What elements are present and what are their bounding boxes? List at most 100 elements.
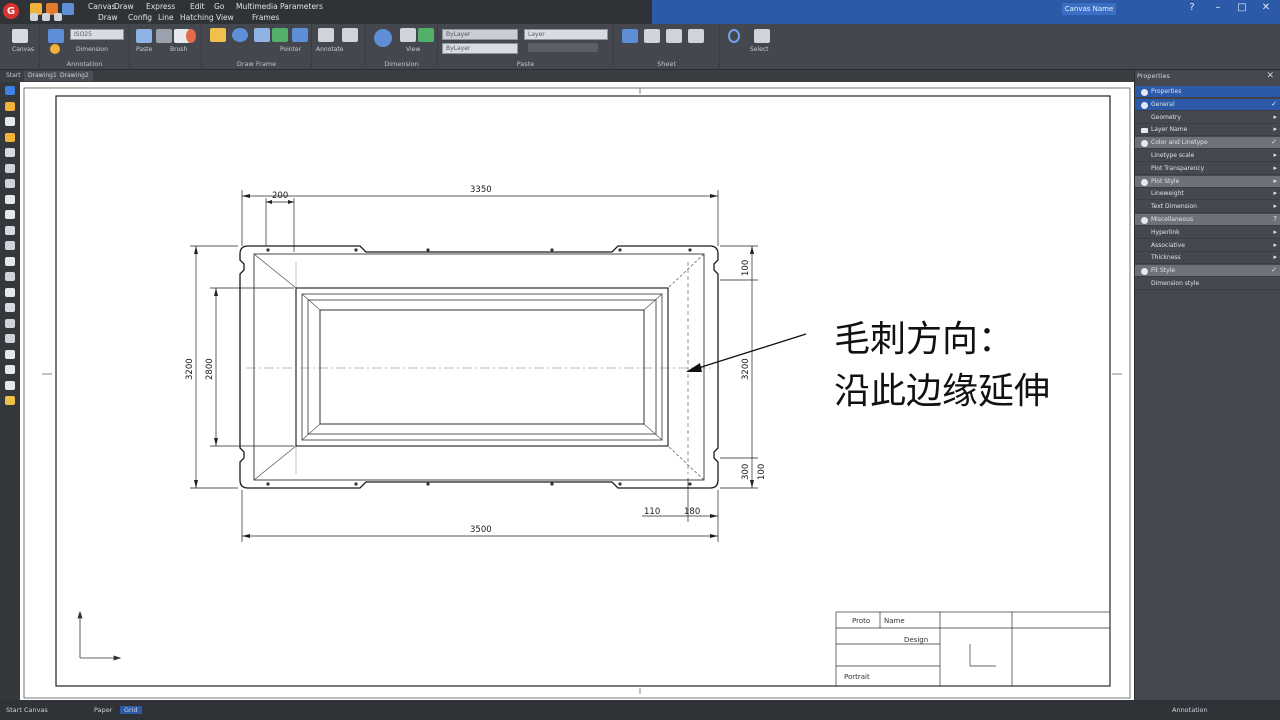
left-tool-4-icon[interactable] bbox=[5, 148, 15, 157]
part-outline[interactable] bbox=[239, 245, 719, 489]
save-icon[interactable] bbox=[62, 3, 74, 15]
status-model[interactable]: Paper bbox=[94, 706, 112, 714]
property-row[interactable]: General ✓ bbox=[1135, 98, 1280, 111]
layer-dropdown-2[interactable]: Layer bbox=[524, 29, 608, 40]
paste-icon[interactable] bbox=[136, 29, 152, 43]
property-row[interactable]: Layer Name ▸ bbox=[1135, 124, 1280, 137]
left-tool-10-icon[interactable] bbox=[5, 241, 15, 250]
menu-row2-item-0[interactable]: Draw bbox=[98, 13, 118, 22]
property-end-icon[interactable]: ▸ bbox=[1273, 202, 1277, 210]
property-end-icon[interactable]: ▸ bbox=[1273, 164, 1277, 172]
left-tool-11-icon[interactable] bbox=[5, 256, 15, 266]
minimize-button[interactable]: – bbox=[1210, 2, 1226, 13]
undo-icon[interactable] bbox=[30, 13, 38, 21]
left-tool-20-icon[interactable] bbox=[5, 396, 15, 405]
grid-icon[interactable] bbox=[318, 28, 334, 42]
sheet-icon[interactable] bbox=[622, 29, 638, 43]
search-icon[interactable] bbox=[728, 29, 740, 43]
property-row[interactable]: Dimension style bbox=[1135, 278, 1280, 290]
menu-row1-item-3[interactable]: Edit bbox=[190, 2, 205, 11]
property-row[interactable]: Fit Style ✓ bbox=[1135, 265, 1280, 278]
property-row[interactable]: Plot Transparency ▸ bbox=[1135, 163, 1280, 175]
layout-icon[interactable] bbox=[254, 28, 270, 42]
property-row[interactable]: Associative ▸ bbox=[1135, 240, 1280, 252]
left-tool-5-icon[interactable] bbox=[5, 163, 15, 173]
app-logo[interactable]: G bbox=[0, 0, 22, 22]
left-tool-2-icon[interactable] bbox=[5, 117, 15, 126]
left-tool-17-icon[interactable] bbox=[5, 349, 15, 359]
property-row[interactable]: Geometry ▸ bbox=[1135, 112, 1280, 124]
property-end-icon[interactable]: ▸ bbox=[1273, 228, 1277, 236]
menu-row1-item-5[interactable]: Multimedia bbox=[236, 2, 278, 11]
property-row[interactable]: Plot Style ▸ bbox=[1135, 175, 1280, 188]
maximize-button[interactable]: □ bbox=[1234, 2, 1250, 13]
property-end-icon[interactable]: ▸ bbox=[1273, 151, 1277, 159]
dimension-icon[interactable] bbox=[48, 29, 64, 43]
frame-icon[interactable] bbox=[210, 28, 226, 42]
property-end-icon[interactable]: ▸ bbox=[1273, 241, 1277, 249]
refresh-icon[interactable] bbox=[232, 28, 248, 42]
property-row[interactable]: Hyperlink ▸ bbox=[1135, 227, 1280, 239]
menu-row1-item-4[interactable]: Go bbox=[214, 2, 224, 11]
property-end-icon[interactable]: ▸ bbox=[1273, 253, 1277, 261]
help-button[interactable]: ? bbox=[1184, 2, 1200, 13]
sheet-layout-icon[interactable] bbox=[666, 29, 682, 43]
menu-row1-item-6[interactable]: Parameters bbox=[280, 2, 323, 11]
redo-icon[interactable] bbox=[42, 13, 50, 21]
property-end-icon[interactable]: ▸ bbox=[1273, 113, 1277, 121]
left-tool-3-icon[interactable] bbox=[5, 132, 15, 142]
drawing-canvas[interactable]: 200 3350 3500 110 180 3200 2800 3200 100… bbox=[20, 82, 1134, 700]
property-end-icon[interactable]: ✓ bbox=[1271, 100, 1277, 108]
menu-row2-item-2[interactable]: Line bbox=[158, 13, 174, 22]
status-mode[interactable]: Grid bbox=[120, 706, 142, 714]
print-icon[interactable] bbox=[54, 13, 62, 21]
left-tool-1-icon[interactable] bbox=[5, 101, 15, 111]
copy-icon[interactable] bbox=[156, 29, 172, 43]
canvas-icon[interactable] bbox=[12, 29, 28, 43]
property-row[interactable]: Text Dimension ▸ bbox=[1135, 201, 1280, 214]
arrow-icon[interactable] bbox=[292, 28, 308, 42]
property-end-icon[interactable]: ✓ bbox=[1271, 266, 1277, 274]
menu-row1-item-2[interactable]: Express bbox=[146, 2, 175, 11]
property-row[interactable]: Lineweight ▸ bbox=[1135, 188, 1280, 201]
left-tool-8-icon[interactable] bbox=[5, 210, 15, 219]
layer-dropdown-1[interactable]: ByLayer bbox=[442, 29, 518, 40]
sheet-print-icon[interactable] bbox=[688, 29, 704, 43]
select-icon[interactable] bbox=[754, 29, 770, 43]
property-row[interactable]: Linetype scale ▸ bbox=[1135, 150, 1280, 162]
panel-close-icon[interactable]: ✕ bbox=[1266, 71, 1274, 81]
view-icon[interactable] bbox=[418, 28, 434, 42]
sheet-view-icon[interactable] bbox=[644, 29, 660, 43]
sun-icon[interactable] bbox=[50, 44, 60, 54]
align-icon[interactable] bbox=[400, 28, 416, 42]
tab-drawing2[interactable]: Drawing2 bbox=[56, 71, 93, 81]
property-row[interactable]: Color and Linetype ✓ bbox=[1135, 137, 1280, 150]
left-tool-0-icon[interactable] bbox=[5, 86, 15, 95]
pen-icon[interactable] bbox=[272, 28, 288, 42]
status-coords[interactable]: Start Canvas bbox=[6, 706, 48, 714]
property-row[interactable]: Miscellaneous? bbox=[1135, 214, 1280, 226]
property-end-icon[interactable]: ▸ bbox=[1273, 125, 1277, 133]
menu-row2-item-1[interactable]: Config bbox=[128, 13, 152, 22]
layer-dropdown-3[interactable]: ByLayer bbox=[442, 43, 518, 54]
menu-row1-item-1[interactable]: Draw bbox=[114, 2, 134, 11]
left-tool-15-icon[interactable] bbox=[5, 318, 15, 328]
property-swatches[interactable] bbox=[528, 43, 598, 52]
left-tool-18-icon[interactable] bbox=[5, 365, 15, 374]
property-end-icon[interactable]: ▸ bbox=[1273, 189, 1277, 197]
status-right[interactable]: Annotation bbox=[1172, 706, 1208, 714]
left-tool-16-icon[interactable] bbox=[5, 334, 15, 343]
tab-start[interactable]: Start bbox=[2, 71, 25, 81]
left-tool-12-icon[interactable] bbox=[5, 272, 15, 281]
close-button[interactable]: ✕ bbox=[1258, 2, 1274, 13]
left-tool-19-icon[interactable] bbox=[5, 380, 15, 390]
left-tool-14-icon[interactable] bbox=[5, 303, 15, 312]
menu-row2-item-4[interactable]: View bbox=[216, 13, 234, 22]
left-tool-13-icon[interactable] bbox=[5, 287, 15, 297]
globe-icon[interactable] bbox=[374, 29, 392, 47]
property-row[interactable]: Properties bbox=[1135, 86, 1280, 98]
left-tool-9-icon[interactable] bbox=[5, 225, 15, 235]
panel-outer[interactable] bbox=[295, 287, 669, 447]
left-tool-6-icon[interactable] bbox=[5, 179, 15, 188]
property-row[interactable]: Thickness ▸ bbox=[1135, 252, 1280, 265]
